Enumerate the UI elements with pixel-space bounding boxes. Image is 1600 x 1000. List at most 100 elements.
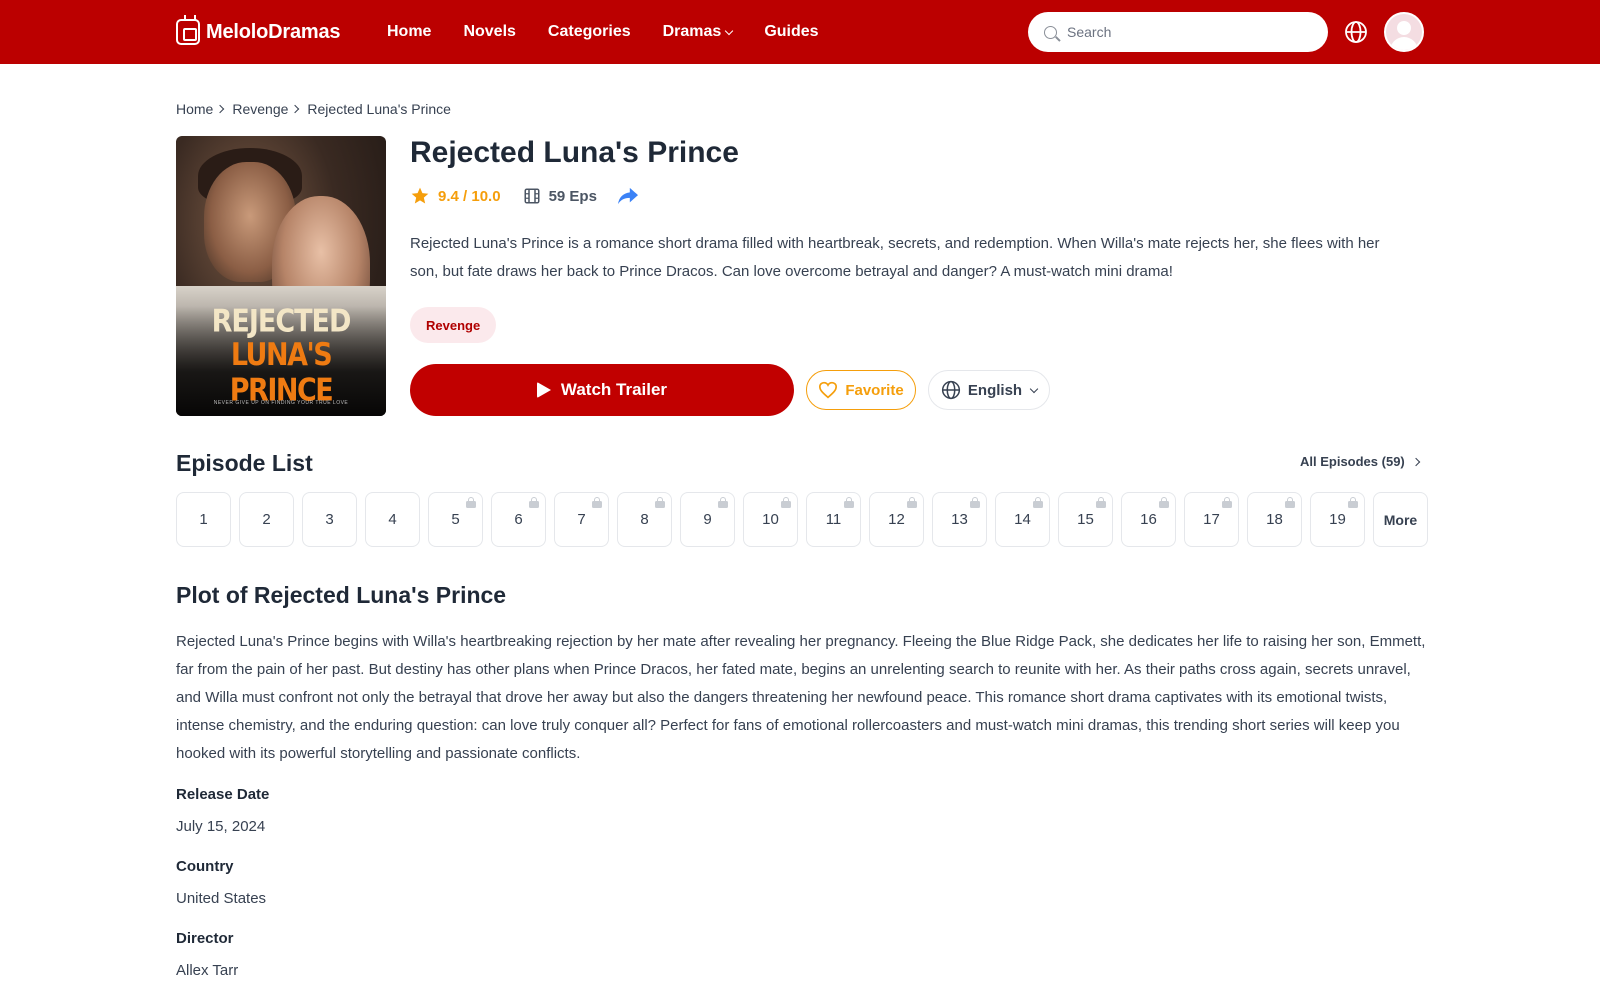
heart-icon — [819, 381, 838, 399]
lock-icon — [1159, 497, 1169, 508]
episode-number: 5 — [451, 511, 460, 528]
episode-button[interactable]: 9 — [680, 492, 735, 547]
episode-number: 7 — [577, 511, 586, 528]
user-avatar[interactable] — [1384, 12, 1424, 52]
episode-number: 17 — [1203, 511, 1220, 528]
watch-trailer-button[interactable]: Watch Trailer — [410, 364, 794, 416]
episode-count: 59 Eps — [548, 187, 597, 205]
watch-trailer-label: Watch Trailer — [560, 380, 668, 399]
all-episodes-label: All Episodes (59) — [1300, 454, 1405, 469]
episode-number: 15 — [1077, 511, 1094, 528]
favorite-button[interactable]: Favorite — [806, 370, 916, 410]
director-label: Director — [176, 930, 234, 947]
release-date-label: Release Date — [176, 786, 270, 803]
episode-button[interactable]: 8 — [617, 492, 672, 547]
episode-number: 12 — [888, 511, 905, 528]
lock-icon — [655, 497, 665, 508]
lock-icon — [1096, 497, 1106, 508]
episode-button[interactable]: 16 — [1121, 492, 1176, 547]
episode-number: 14 — [1014, 511, 1031, 528]
episode-number: 2 — [262, 511, 271, 528]
drama-title: Rejected Luna's Prince — [410, 136, 739, 169]
rating-value: 9.4 / 10.0 — [438, 187, 501, 205]
lock-icon — [466, 497, 476, 508]
episode-button[interactable]: 11 — [806, 492, 861, 547]
breadcrumb-home[interactable]: Home — [176, 101, 213, 117]
lock-icon — [529, 497, 539, 508]
episode-list-heading: Episode List — [176, 450, 313, 476]
episode-number: 19 — [1329, 511, 1346, 528]
language-label: English — [967, 381, 1023, 399]
episode-button[interactable]: 19 — [1310, 492, 1365, 547]
episode-button[interactable]: 3 — [302, 492, 357, 547]
episode-button[interactable]: 4 — [365, 492, 420, 547]
director-value: Allex Tarr — [176, 962, 239, 979]
chevron-right-icon — [1411, 457, 1420, 466]
user-icon-body — [1390, 37, 1418, 50]
tv-logo-icon — [176, 15, 200, 45]
all-episodes-link[interactable]: All Episodes (59) — [1300, 454, 1420, 469]
site-logo[interactable]: MeloloDramas — [176, 15, 341, 45]
user-icon-head — [1397, 21, 1411, 35]
episode-number: 18 — [1266, 511, 1283, 528]
lock-icon — [970, 497, 980, 508]
more-episodes-button[interactable]: More — [1373, 492, 1428, 547]
drama-poster[interactable]: REJECTED LUNA'S PRINCE NEVER GIVE UP ON … — [176, 136, 386, 416]
episode-number: 4 — [388, 511, 397, 528]
lock-icon — [718, 497, 728, 508]
lock-icon — [781, 497, 791, 508]
episode-number: 6 — [514, 511, 523, 528]
globe-icon[interactable] — [1344, 20, 1368, 44]
episode-number: 8 — [640, 511, 649, 528]
episode-button[interactable]: 18 — [1247, 492, 1302, 547]
share-icon[interactable] — [617, 186, 639, 206]
film-icon — [524, 188, 540, 204]
star-icon — [411, 187, 429, 204]
episode-button[interactable]: 14 — [995, 492, 1050, 547]
search-input[interactable] — [1067, 24, 1307, 40]
episode-number: 11 — [825, 511, 842, 528]
chevron-down-icon — [1029, 384, 1039, 393]
chevron-right-icon — [216, 104, 225, 114]
episode-button[interactable]: 12 — [869, 492, 924, 547]
chevron-right-icon — [291, 104, 300, 114]
nav-novels[interactable]: Novels — [463, 23, 515, 41]
breadcrumb-current: Rejected Luna's Prince — [307, 101, 451, 117]
country-label: Country — [176, 858, 234, 875]
nav-home[interactable]: Home — [387, 23, 431, 41]
search-icon — [1044, 25, 1057, 39]
episode-button[interactable]: 7 — [554, 492, 609, 547]
breadcrumb-revenge[interactable]: Revenge — [232, 101, 288, 117]
episode-button[interactable]: 1 — [176, 492, 231, 547]
play-icon — [536, 382, 551, 398]
episode-button[interactable]: 5 — [428, 492, 483, 547]
episode-number: 3 — [325, 511, 334, 528]
breadcrumb: Home Revenge Rejected Luna's Prince — [176, 101, 451, 117]
episode-number: 1 — [199, 511, 208, 528]
episode-number: 9 — [703, 511, 712, 528]
nav-categories[interactable]: Categories — [548, 23, 631, 41]
genre-tag[interactable]: Revenge — [410, 307, 497, 343]
language-select[interactable]: English — [928, 370, 1050, 410]
episode-number: 10 — [762, 511, 779, 528]
plot-text: Rejected Luna's Prince begins with Willa… — [176, 633, 1426, 762]
search-box[interactable] — [1028, 12, 1328, 52]
episode-button[interactable]: 6 — [491, 492, 546, 547]
episode-button[interactable]: 2 — [239, 492, 294, 547]
episode-button[interactable]: 13 — [932, 492, 987, 547]
globe-icon — [941, 380, 960, 400]
drama-meta: 9.4 / 10.0 59 Eps — [410, 186, 639, 206]
nav-guides[interactable]: Guides — [764, 23, 818, 41]
episode-grid: 1 2 3 4 5 6 7 8 9 10 11 12 13 14 15 16 17 18 19 More — [176, 492, 1428, 547]
episode-button[interactable]: 15 — [1058, 492, 1113, 547]
chevron-down-icon — [725, 26, 734, 35]
nav-dramas-label: Dramas — [662, 23, 722, 40]
episode-number: 13 — [951, 511, 968, 528]
episode-button[interactable]: 10 — [743, 492, 798, 547]
episode-button[interactable]: 17 — [1184, 492, 1239, 547]
nav-dramas[interactable]: Dramas — [662, 23, 734, 41]
main-nav: Home Novels Categories Dramas Guides — [387, 0, 851, 64]
plot-heading: Plot of Rejected Luna's Prince — [176, 582, 507, 608]
poster-title-line1: REJECTED — [211, 303, 352, 340]
logo-text: MeloloDramas — [206, 20, 341, 43]
